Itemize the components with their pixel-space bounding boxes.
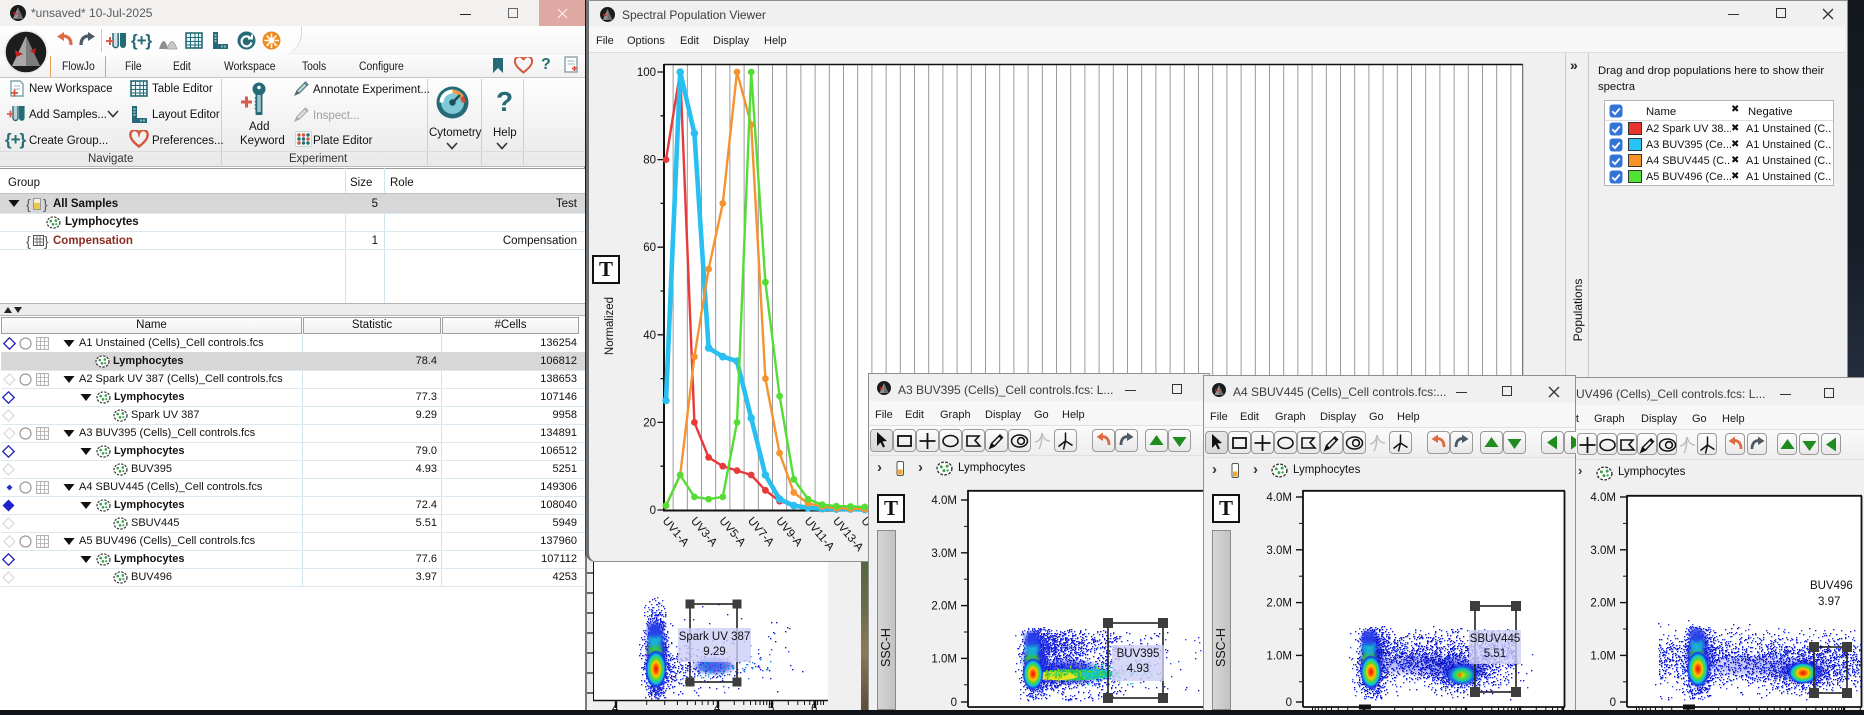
svg-text:2.0M: 2.0M <box>1590 598 1616 610</box>
svg-text:UV1-A: UV1-A <box>660 515 691 549</box>
svg-text:2.0M: 2.0M <box>1266 598 1292 610</box>
svg-text:80: 80 <box>643 155 656 167</box>
svg-text:100: 100 <box>637 67 656 79</box>
svg-text:40: 40 <box>643 330 656 342</box>
svg-text:0: 0 <box>1286 697 1292 709</box>
svg-text:1.0M: 1.0M <box>1590 650 1616 662</box>
svg-text:1.0M: 1.0M <box>931 653 957 665</box>
svg-text:1.0M: 1.0M <box>1266 650 1292 662</box>
svg-text:UV3-A: UV3-A <box>688 515 719 549</box>
svg-text:3.0M: 3.0M <box>1266 545 1292 557</box>
svg-text:3.0M: 3.0M <box>1590 545 1616 557</box>
svg-text:4.0M: 4.0M <box>1590 492 1616 504</box>
svg-text:0: 0 <box>951 697 957 709</box>
svg-text:4.0M: 4.0M <box>1266 492 1292 504</box>
svg-text:4.0M: 4.0M <box>931 495 957 507</box>
svg-text:2.0M: 2.0M <box>931 601 957 613</box>
svg-text:UV9-A: UV9-A <box>773 515 804 549</box>
svg-text:0: 0 <box>650 505 656 517</box>
svg-text:60: 60 <box>643 242 656 254</box>
svg-text:20: 20 <box>643 417 656 429</box>
svg-text:0: 0 <box>1610 697 1616 709</box>
svg-text:3.0M: 3.0M <box>931 548 957 560</box>
svg-text:UV5-A: UV5-A <box>717 515 748 549</box>
svg-text:UV7-A: UV7-A <box>745 515 776 549</box>
